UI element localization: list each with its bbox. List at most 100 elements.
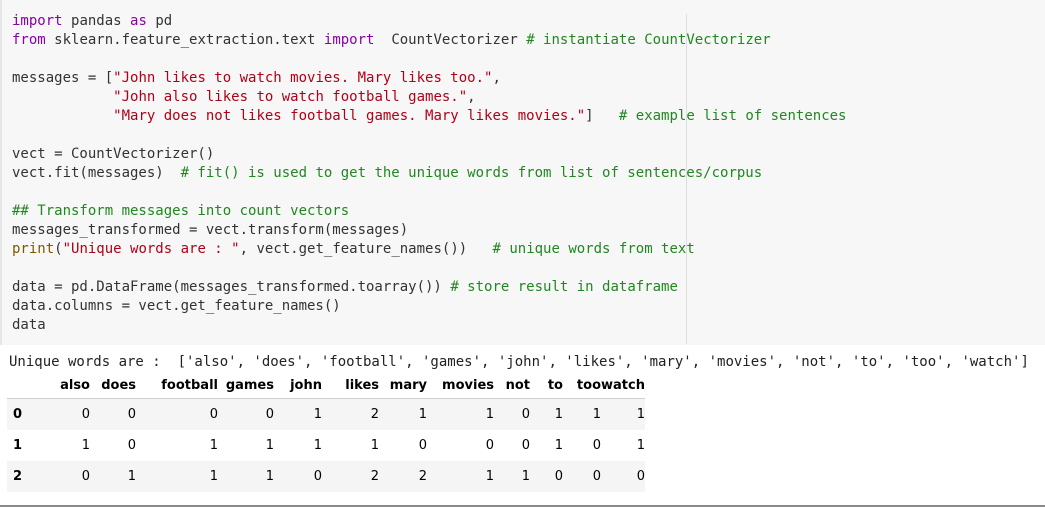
code-keyword: as [130,13,147,29]
code-line: ## Transform messages into count vectors [12,203,349,219]
row-index: 1 [13,438,23,453]
code-line: data.columns = vect.get_feature_names() [12,298,341,314]
code-token: vect = CountVectorizer() [12,146,215,162]
table-cell: 1 [521,469,530,484]
table-cell: 2 [370,407,379,422]
code-token: data.columns = vect.get_feature_names() [12,298,341,314]
column-header: likes [322,373,379,399]
code-string: "John likes to watch movies. Mary likes … [113,70,493,86]
code-keyword: import [12,13,63,29]
code-line: vect.fit(messages) # fit() is used to ge… [12,165,762,181]
column-header: not [494,373,530,399]
table-cell: 0 [81,407,90,422]
table-cell: 1 [485,407,494,422]
table-cell: 0 [554,469,563,484]
column-header: john [274,373,322,399]
row-index: 2 [13,469,23,484]
code-token: ] [585,108,594,124]
table-cell: 1 [554,438,563,453]
code-line: print("Unique words are : ", vect.get_fe… [12,241,695,257]
table-cell: 0 [521,407,530,422]
table-row: 1 1 0 1 1 1 1 0 0 0 1 0 1 [7,430,645,461]
table-cell: 1 [313,438,322,453]
column-header: watch [601,373,645,399]
column-header: movies [427,373,494,399]
code-line: "Mary does not likes football games. Mar… [12,108,846,124]
table-cell: 2 [370,469,379,484]
code-string: "John also likes to watch football games… [113,89,468,105]
table-cell: 0 [127,438,136,453]
code-line: vect = CountVectorizer() [12,146,214,162]
code-line: import pandas as pd [12,13,172,29]
table-cell: 0 [313,469,322,484]
index-header [7,373,42,399]
code-line: messages_transformed = vect.transform(me… [12,222,408,238]
dataframe-header-row: also does football games john likes mary movies… [7,373,645,399]
code-token: CountVectorizer [391,32,518,48]
code-token: , vect.get_feature_names()) [239,241,468,257]
code-token: print [12,241,55,257]
code-token: vect.fit(messages) [12,165,164,181]
table-cell: 1 [418,407,427,422]
code-editor[interactable]: import pandas as pd from sklearn.feature… [12,12,846,335]
table-cell: 1 [209,469,218,484]
table-cell: 1 [636,407,645,422]
table-cell: 1 [636,438,645,453]
code-comment: ## Transform messages into count vectors [12,203,350,219]
table-cell: 1 [81,438,90,453]
table-cell: 1 [265,438,274,453]
code-comment: # unique words from text [492,241,695,257]
code-token: ( [54,241,63,257]
table-cell: 0 [81,469,90,484]
code-comment: # example list of sentences [618,108,847,124]
code-string: "Mary does not likes football games. Mar… [113,108,586,124]
code-line: data = pd.DataFrame(messages_transformed… [12,279,678,295]
row-index: 0 [13,407,23,422]
column-header: to [530,373,563,399]
table-cell: 1 [554,407,563,422]
code-line: data [12,317,46,333]
table-cell: 0 [592,438,601,453]
column-header: games [218,373,274,399]
column-header: football [136,373,218,399]
table-cell: 0 [265,407,274,422]
code-token: data = pd.DataFrame(messages_transformed… [12,279,442,295]
column-header: also [42,373,90,399]
code-keyword: import [323,32,375,48]
table-cell: 0 [485,438,494,453]
table-cell: 0 [418,438,427,453]
column-header: too [563,373,601,399]
code-token: pd [155,13,173,29]
code-token: sklearn.feature_extraction.text [54,32,316,48]
code-line: from sklearn.feature_extraction.text imp… [12,32,771,48]
code-comment: # instantiate CountVectorizer [526,32,771,48]
table-cell: 0 [209,407,218,422]
code-token: data [12,317,46,333]
table-cell: 1 [592,407,601,422]
table-cell: 0 [127,407,136,422]
table-cell: 1 [265,469,274,484]
code-cell-input[interactable]: import pandas as pd from sklearn.feature… [0,0,1045,345]
table-row: 2 0 1 1 1 0 2 2 1 1 0 0 0 [7,461,645,492]
code-token: messages_transformed = vect.transform(me… [12,222,409,238]
code-comment: # fit() is used to get the unique words … [180,165,763,181]
table-cell: 0 [521,438,530,453]
code-token: pandas [71,13,122,29]
code-token: , [467,89,476,105]
dataframe-body: 0 0 0 0 0 1 2 1 1 0 1 1 1 1 1 0 1 1 1 1 0 0 0 1 0 1 2 0 1 1 1 0 2 2 1 1 0 0 0 [7,398,645,492]
code-keyword: from [12,32,46,48]
table-cell: 1 [209,438,218,453]
column-header: mary [379,373,427,399]
table-cell: 0 [592,469,601,484]
table-cell: 1 [127,469,136,484]
table-cell: 1 [485,469,494,484]
code-line: messages = ["John likes to watch movies.… [12,70,501,86]
code-token: messages = [ [12,70,114,86]
code-token: , [492,70,501,86]
cell-output-text: Unique words are : ['also', 'does', 'foo… [9,354,1029,370]
table-row: 0 0 0 0 0 1 2 1 1 0 1 1 1 [7,398,645,430]
table-cell: 1 [313,407,322,422]
table-cell: 2 [418,469,427,484]
code-comment: # store result in dataframe [450,279,678,295]
table-cell: 0 [636,469,645,484]
